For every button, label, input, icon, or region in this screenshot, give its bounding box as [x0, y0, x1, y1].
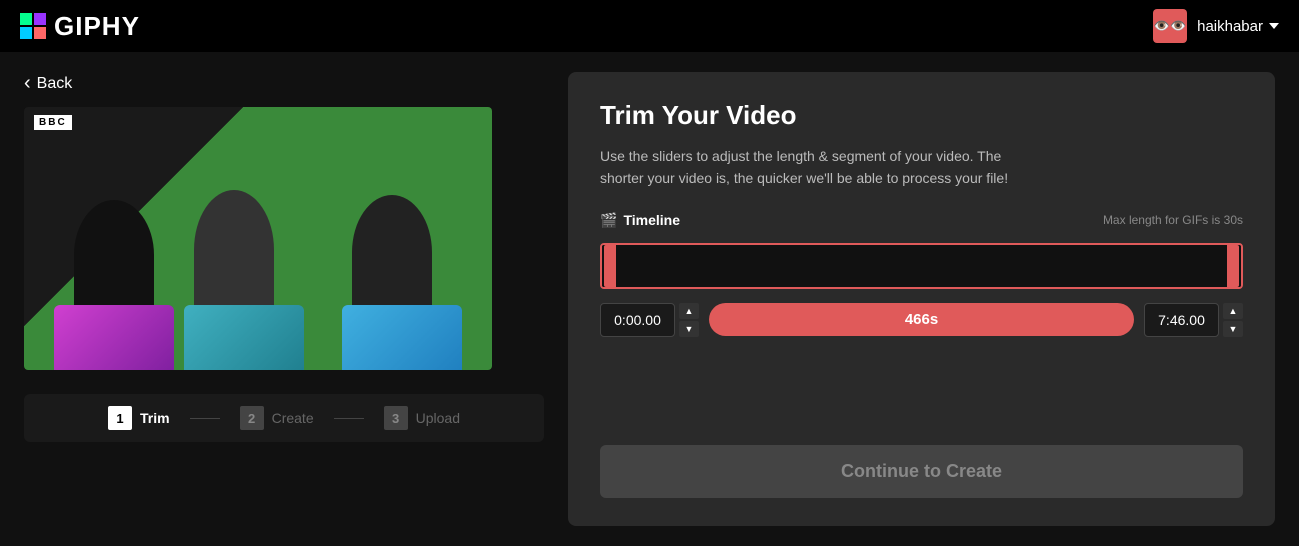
back-arrow-icon: ‹ [24, 72, 31, 95]
video-bg: BBC [24, 107, 492, 370]
person-silhouette-3 [352, 195, 432, 310]
timeline-fill [602, 245, 1241, 287]
end-time-group: 7:46.00 ▲ ▼ [1144, 303, 1243, 337]
left-panel: ‹ Back BBC 1 Trim 2 [24, 72, 544, 526]
right-panel: Trim Your Video Use the sliders to adjus… [568, 72, 1275, 526]
step-1: 1 Trim [108, 406, 170, 430]
podium-2 [184, 305, 304, 370]
step-1-number: 1 [108, 406, 132, 430]
camera-icon: 🎬 [600, 212, 617, 229]
continue-to-create-button[interactable]: Continue to Create [600, 445, 1243, 498]
steps-panel: 1 Trim 2 Create 3 Upload [24, 394, 544, 442]
panel-description: Use the sliders to adjust the length & s… [600, 145, 1040, 190]
back-label: Back [37, 75, 73, 93]
timeline-track[interactable] [600, 243, 1243, 289]
username-label: haikhabar [1197, 18, 1263, 35]
max-length-text: Max length for GIFs is 30s [1103, 213, 1243, 227]
logo: GIPHY [20, 11, 140, 42]
header-right: 👁️👁️ haikhabar [1153, 9, 1279, 43]
back-button[interactable]: ‹ Back [24, 72, 544, 95]
header: GIPHY 👁️👁️ haikhabar [0, 0, 1299, 52]
chevron-down-icon [1269, 23, 1279, 29]
main-content: ‹ Back BBC 1 Trim 2 [0, 52, 1299, 546]
end-time-down-button[interactable]: ▼ [1223, 321, 1243, 337]
timeline-header: 🎬 Timeline Max length for GIFs is 30s [600, 212, 1243, 229]
start-time-value[interactable]: 0:00.00 [600, 303, 675, 337]
avatar: 👁️👁️ [1153, 9, 1187, 43]
step-2: 2 Create [240, 406, 314, 430]
podium-3 [342, 305, 462, 370]
step-2-label: Create [272, 410, 314, 426]
step-2-number: 2 [240, 406, 264, 430]
avatar-emoji: 👁️👁️ [1154, 18, 1186, 34]
start-time-down-button[interactable]: ▼ [679, 321, 699, 337]
step-divider-2 [334, 418, 364, 419]
step-1-label: Trim [140, 410, 170, 426]
end-time-value[interactable]: 7:46.00 [1144, 303, 1219, 337]
end-time-up-button[interactable]: ▲ [1223, 303, 1243, 319]
logo-text: GIPHY [54, 11, 140, 42]
start-time-group: 0:00.00 ▲ ▼ [600, 303, 699, 337]
timeline-label-group: 🎬 Timeline [600, 212, 680, 229]
step-3-number: 3 [384, 406, 408, 430]
timeline-handle-left[interactable] [604, 245, 616, 287]
podium-1 [54, 305, 174, 370]
logo-icon [20, 13, 46, 39]
duration-badge: 466s [709, 303, 1134, 336]
video-preview: BBC [24, 107, 492, 370]
timeline-handle-right[interactable] [1227, 245, 1239, 287]
step-3: 3 Upload [384, 406, 460, 430]
start-time-up-button[interactable]: ▲ [679, 303, 699, 319]
start-time-stepper: ▲ ▼ [679, 303, 699, 337]
bbc-logo: BBC [34, 115, 72, 130]
username-button[interactable]: haikhabar [1197, 18, 1279, 35]
person-silhouette-2 [194, 190, 274, 310]
end-time-stepper: ▲ ▼ [1223, 303, 1243, 337]
time-controls: 0:00.00 ▲ ▼ 466s 7:46.00 ▲ ▼ [600, 303, 1243, 337]
timeline-label-text: Timeline [623, 212, 680, 228]
step-3-label: Upload [416, 410, 460, 426]
person-silhouette-1 [74, 200, 154, 310]
panel-title: Trim Your Video [600, 100, 1243, 131]
step-divider-1 [190, 418, 220, 419]
